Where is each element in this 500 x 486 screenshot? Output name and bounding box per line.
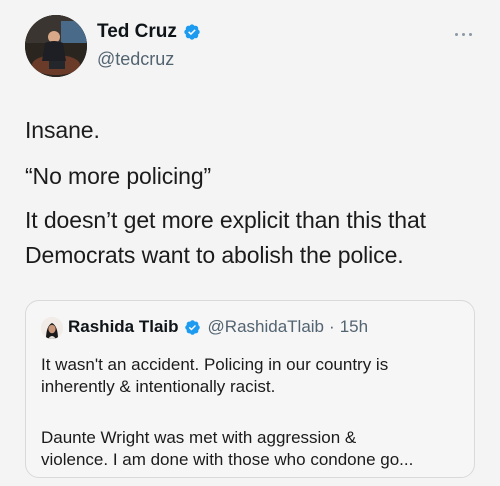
- quoted-header: Rashida Tlaib @RashidaTlaib · 15h: [68, 317, 368, 337]
- quoted-text-line-2: inherently & intentionally racist.: [41, 377, 276, 396]
- quoted-text-line-1: It wasn't an accident. Policing in our c…: [41, 355, 389, 374]
- verified-badge-icon: [184, 319, 200, 335]
- more-dots-icon[interactable]: [455, 30, 477, 38]
- tweet-text-line-2: “No more policing”: [25, 163, 212, 189]
- author-name-row[interactable]: Ted Cruz: [97, 21, 201, 43]
- tweet-text-line-1: Insane.: [25, 117, 100, 143]
- quoted-tweet[interactable]: Rashida Tlaib @RashidaTlaib · 15h It was…: [25, 300, 475, 478]
- verified-badge-icon: [184, 24, 200, 40]
- quoted-author-avatar[interactable]: [41, 317, 63, 339]
- quoted-separator: ·: [329, 317, 335, 336]
- quoted-timestamp[interactable]: 15h: [340, 317, 368, 337]
- author-avatar[interactable]: [25, 15, 87, 77]
- quoted-text-line-3: Daunte Wright was met with aggression &: [41, 428, 357, 447]
- tweet-text-line-3: It doesn’t get more explicit than this t…: [25, 207, 426, 233]
- tweet: Ted Cruz @tedcruz Insane. “No more polic…: [0, 0, 500, 486]
- quoted-author-name[interactable]: Rashida Tlaib: [68, 317, 179, 337]
- tweet-text-line-4: Democrats want to abolish the police.: [25, 242, 404, 268]
- author-name[interactable]: Ted Cruz: [97, 21, 177, 43]
- quoted-text-line-4: violence. I am done with those who condo…: [41, 450, 414, 469]
- author-handle[interactable]: @tedcruz: [97, 49, 174, 70]
- quoted-author-handle[interactable]: @RashidaTlaib: [208, 317, 324, 337]
